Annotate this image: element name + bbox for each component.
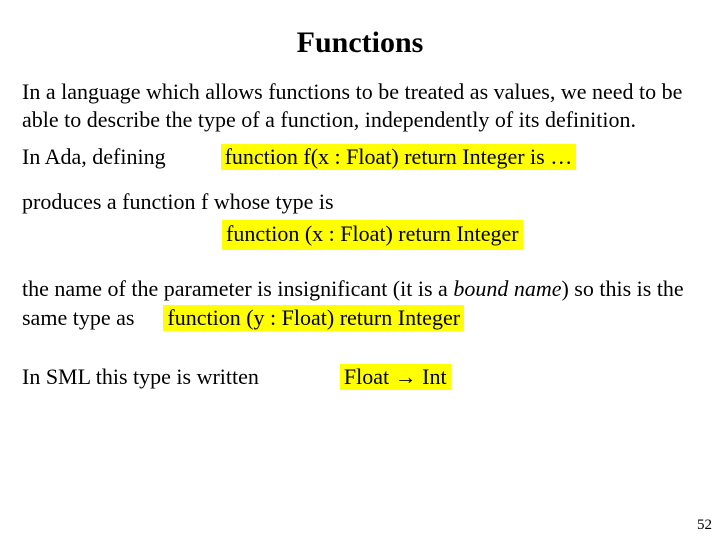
slide-title: Functions — [22, 26, 698, 60]
page-number: 52 — [697, 517, 712, 534]
ada-code-highlight: function f(x : Float) return Integer is … — [221, 144, 577, 170]
bound-italic: bound name — [453, 276, 561, 301]
ada-row: In Ada, defining function f(x : Float) r… — [22, 143, 698, 172]
sml-row: In SML this type is written Float → Int — [22, 363, 698, 392]
produces-line: produces a function f whose type is — [22, 188, 698, 217]
sml-label: In SML this type is written — [22, 364, 259, 389]
type2-code-highlight: function (y : Float) return Integer — [163, 305, 464, 331]
bound-row: the name of the parameter is insignifica… — [22, 274, 698, 333]
intro-paragraph: In a language which allows functions to … — [22, 78, 698, 133]
sml-code-highlight: Float → Int — [340, 364, 451, 390]
type1-row: function (x : Float) return Integer — [22, 220, 698, 250]
bound-pre: the name of the parameter is insignifica… — [22, 276, 453, 301]
ada-label: In Ada, defining — [22, 144, 166, 169]
type1-code-highlight: function (x : Float) return Integer — [222, 220, 523, 250]
